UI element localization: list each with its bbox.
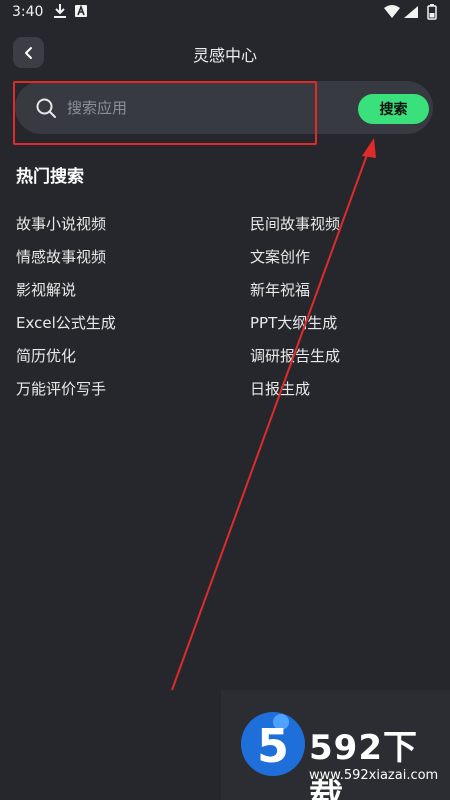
hot-search-item[interactable]: 文案创作 bbox=[250, 246, 310, 267]
hot-search-item[interactable]: Excel公式生成 bbox=[16, 312, 116, 333]
search-button[interactable]: 搜索 bbox=[358, 94, 429, 124]
hot-search-item[interactable]: 简历优化 bbox=[16, 345, 76, 366]
status-indicators bbox=[384, 4, 440, 20]
screen: 3:40 灵感中心 搜索应用 搜索 热门搜索 故事小说视频 民间故事视频 情感故… bbox=[0, 0, 450, 800]
watermark: 5 592下载 www.592xiazai.com bbox=[221, 690, 450, 800]
watermark-url: www.592xiazai.com bbox=[309, 768, 439, 783]
hot-search-item[interactable]: 情感故事视频 bbox=[16, 246, 106, 267]
search-icon bbox=[36, 98, 56, 118]
wifi-icon bbox=[384, 5, 400, 18]
watermark-logo-digit: 5 bbox=[257, 719, 289, 773]
page-title: 灵感中心 bbox=[192, 46, 257, 65]
search-bar: 搜索 bbox=[15, 81, 433, 134]
hot-search-item[interactable]: 万能评价写手 bbox=[16, 378, 106, 399]
status-icons bbox=[384, 4, 437, 20]
download-icon bbox=[54, 4, 66, 18]
hot-search-item[interactable]: 新年祝福 bbox=[250, 279, 310, 300]
hot-search-item[interactable]: 日报生成 bbox=[250, 378, 310, 399]
search-input[interactable] bbox=[67, 93, 297, 122]
hot-search-item[interactable]: PPT大纲生成 bbox=[250, 312, 337, 333]
section-title-hot-search: 热门搜索 bbox=[16, 167, 84, 187]
status-bar: 3:40 bbox=[0, 0, 450, 26]
notification-a-icon bbox=[75, 5, 87, 17]
hot-search-item[interactable]: 调研报告生成 bbox=[250, 345, 340, 366]
status-time: 3:40 bbox=[12, 4, 44, 20]
hot-search-item[interactable]: 民间故事视频 bbox=[250, 213, 340, 234]
hot-search-item[interactable]: 影视解说 bbox=[16, 279, 76, 300]
signal-icon bbox=[404, 6, 418, 18]
battery-icon bbox=[427, 4, 437, 20]
hot-search-item[interactable]: 故事小说视频 bbox=[16, 213, 106, 234]
watermark-logo-icon: 5 bbox=[241, 712, 305, 776]
watermark-brand: 592下载 bbox=[309, 728, 418, 800]
